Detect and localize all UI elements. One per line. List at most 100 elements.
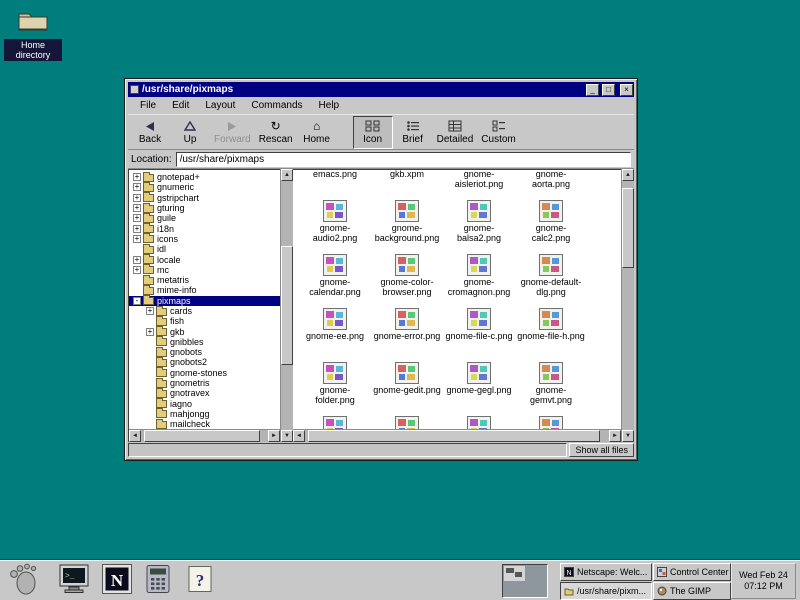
expand-icon[interactable]: + <box>133 204 141 212</box>
titlebar[interactable]: /usr/share/pixmaps _ □ × <box>128 82 634 97</box>
directory-tree[interactable]: +gnotepad++gnumeric+gstripchart+gturing+… <box>129 170 280 429</box>
task-netscape[interactable]: N Netscape: Welc... <box>560 563 652 581</box>
file-gkb.xpm[interactable]: gkb.xpm <box>371 170 443 200</box>
detailed-view-button[interactable]: Detailed <box>433 116 478 149</box>
file-gnome-gegl.png[interactable]: gnome-gegl.png <box>443 362 515 416</box>
icons-vertical-scrollbar[interactable]: ▲ ▼ <box>621 169 634 442</box>
phone-dialer-launcher[interactable] <box>140 563 176 599</box>
menu-edit[interactable]: Edit <box>164 98 197 113</box>
tree-item-guile[interactable]: +guile <box>129 213 280 223</box>
brief-view-button[interactable]: Brief <box>393 116 433 149</box>
tree-item-gnobots2[interactable]: gnobots2 <box>129 357 280 367</box>
file-gnome-color-browser.png[interactable]: gnome-color-browser.png <box>371 254 443 308</box>
main-menu-button[interactable] <box>6 563 42 599</box>
file-emacs.png[interactable]: emacs.png <box>299 170 371 200</box>
location-input[interactable] <box>176 152 631 167</box>
tree-horizontal-scrollbar[interactable]: ◄ ► <box>129 429 280 442</box>
forward-button[interactable]: Forward <box>210 116 255 149</box>
window-menu-icon[interactable] <box>130 85 139 94</box>
pager-desktop-3[interactable] <box>504 582 525 597</box>
task-control-center[interactable]: Control Center <box>653 563 731 581</box>
scrollbar-track[interactable] <box>305 430 609 442</box>
expand-icon[interactable]: + <box>133 194 141 202</box>
expand-icon[interactable]: + <box>133 256 141 264</box>
file-item[interactable] <box>443 416 515 429</box>
desk-guide-pager[interactable] <box>502 564 548 598</box>
file-gnome-ee.png[interactable]: gnome-ee.png <box>299 308 371 362</box>
pager-desktop-2[interactable] <box>526 566 547 581</box>
expand-icon[interactable]: + <box>133 214 141 222</box>
file-gnome-calendar.png[interactable]: gnome-calendar.png <box>299 254 371 308</box>
menu-help[interactable]: Help <box>311 98 348 113</box>
tree-item-iagno[interactable]: iagno <box>129 399 280 409</box>
scroll-up-button[interactable]: ▲ <box>622 169 634 181</box>
tree-item-gnibbles[interactable]: gnibbles <box>129 337 280 347</box>
file-gnome-balsa2.png[interactable]: gnome-balsa2.png <box>443 200 515 254</box>
expand-icon[interactable]: + <box>133 266 141 274</box>
help-launcher[interactable]: ? <box>182 563 218 599</box>
up-button[interactable]: Up <box>170 116 210 149</box>
scroll-right-button[interactable]: ► <box>268 430 280 442</box>
icon-view-button[interactable]: Icon <box>353 116 393 149</box>
expand-icon[interactable]: + <box>146 328 154 336</box>
scrollbar-thumb[interactable] <box>622 188 634 268</box>
tree-item-gkb[interactable]: +gkb <box>129 326 280 336</box>
tree-item-fish[interactable]: fish <box>129 316 280 326</box>
file-item[interactable] <box>515 416 587 429</box>
tree-item-gnome-stones[interactable]: gnome-stones <box>129 368 280 378</box>
terminal-launcher[interactable]: >_ <box>56 563 92 599</box>
tree-item-mahjongg[interactable]: mahjongg <box>129 409 280 419</box>
tree-item-mime-info[interactable]: mime-info <box>129 285 280 295</box>
file-icon-view[interactable]: emacs.pnggkb.xpmgnome-aisleriot.pnggnome… <box>293 170 621 429</box>
file-gnome-file-h.png[interactable]: gnome-file-h.png <box>515 308 587 362</box>
scrollbar-thumb[interactable] <box>144 430 261 442</box>
custom-view-button[interactable]: Custom <box>477 116 519 149</box>
scrollbar-thumb[interactable] <box>308 430 600 442</box>
tree-item-gturing[interactable]: +gturing <box>129 203 280 213</box>
tree-item-gnotravex[interactable]: gnotravex <box>129 388 280 398</box>
show-all-files-button[interactable]: Show all files <box>569 443 634 457</box>
file-gnome-calc2.png[interactable]: gnome-calc2.png <box>515 200 587 254</box>
file-gnome-aorta.png[interactable]: gnome-aorta.png <box>515 170 587 200</box>
scrollbar-track[interactable] <box>141 430 268 442</box>
menu-layout[interactable]: Layout <box>197 98 243 113</box>
expand-icon[interactable]: + <box>146 307 154 315</box>
tree-item-icons[interactable]: +icons <box>129 234 280 244</box>
expand-icon[interactable]: + <box>133 173 141 181</box>
scroll-left-button[interactable]: ◄ <box>129 430 141 442</box>
file-gnome-gedit.png[interactable]: gnome-gedit.png <box>371 362 443 416</box>
tree-vertical-scrollbar[interactable]: ▲ ▼ <box>280 169 293 442</box>
tree-item-i18n[interactable]: +i18n <box>129 223 280 233</box>
file-gnome-aisleriot.png[interactable]: gnome-aisleriot.png <box>443 170 515 200</box>
icons-horizontal-scrollbar[interactable]: ◄ ► <box>293 429 621 442</box>
file-gnome-file-c.png[interactable]: gnome-file-c.png <box>443 308 515 362</box>
tree-item-locale[interactable]: +locale <box>129 254 280 264</box>
menu-commands[interactable]: Commands <box>243 98 310 113</box>
file-gnome-audio2.png[interactable]: gnome-audio2.png <box>299 200 371 254</box>
tree-item-cards[interactable]: +cards <box>129 306 280 316</box>
scroll-down-button[interactable]: ▼ <box>281 430 293 442</box>
file-gnome-error.png[interactable]: gnome-error.png <box>371 308 443 362</box>
clock-applet[interactable]: Wed Feb 24 07:12 PM <box>731 563 796 599</box>
scrollbar-track[interactable] <box>622 181 634 430</box>
file-gnome-background.png[interactable]: gnome-background.png <box>371 200 443 254</box>
scroll-down-button[interactable]: ▼ <box>622 430 634 442</box>
menu-file[interactable]: File <box>132 98 164 113</box>
file-gnome-default-dlg.png[interactable]: gnome-default-dlg.png <box>515 254 587 308</box>
back-button[interactable]: Back <box>130 116 170 149</box>
tree-item-gnobots[interactable]: gnobots <box>129 347 280 357</box>
scrollbar-track[interactable] <box>281 181 293 430</box>
task-file-manager[interactable]: /usr/share/pixm... <box>560 582 652 600</box>
file-item[interactable] <box>299 416 371 429</box>
tree-item-gstripchart[interactable]: +gstripchart <box>129 193 280 203</box>
expand-icon[interactable]: + <box>133 183 141 191</box>
pager-desktop-1[interactable] <box>504 566 525 581</box>
scroll-right-button[interactable]: ► <box>609 430 621 442</box>
home-directory-icon[interactable]: Home directory <box>4 6 62 63</box>
maximize-button[interactable]: □ <box>602 84 615 96</box>
tree-item-idl[interactable]: idl <box>129 244 280 254</box>
pager-desktop-4[interactable] <box>526 582 547 597</box>
file-gnome-folder.png[interactable]: gnome-folder.png <box>299 362 371 416</box>
expand-icon[interactable]: + <box>133 225 141 233</box>
tree-item-gnometris[interactable]: gnometris <box>129 378 280 388</box>
